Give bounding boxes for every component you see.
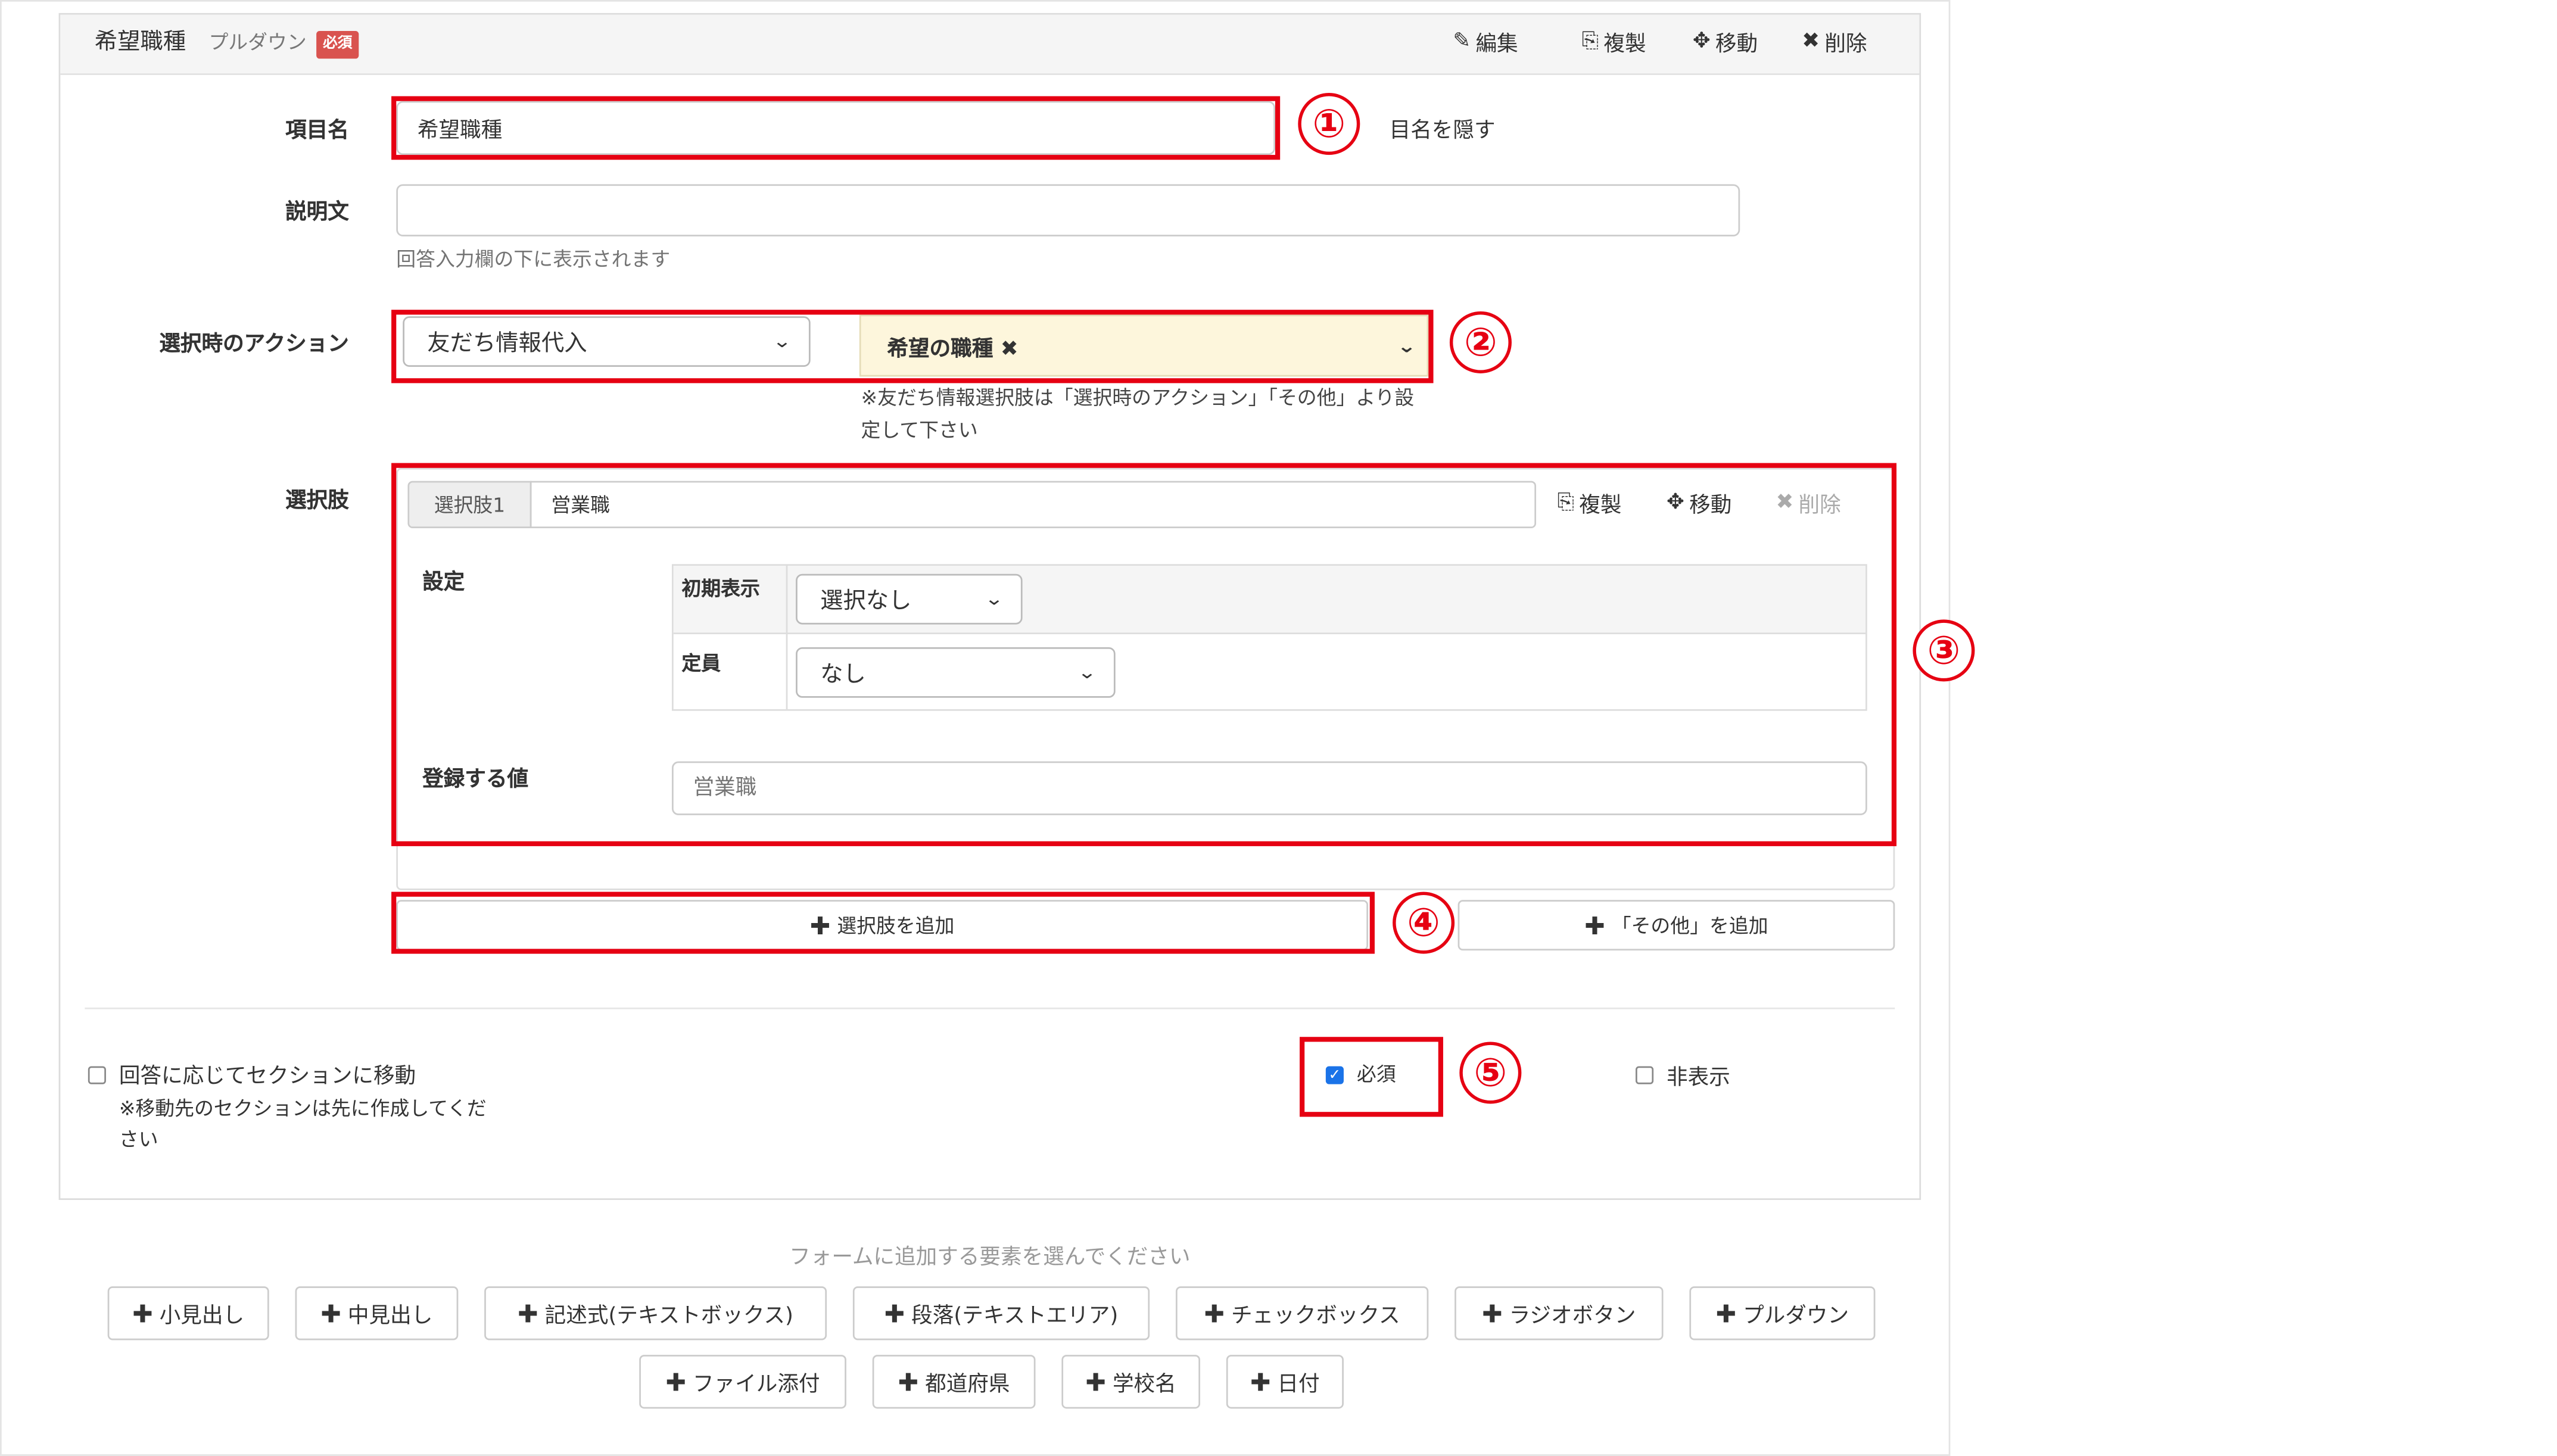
hidden-label: 非表示 — [1667, 1066, 1730, 1091]
action-note-line2: 定して下さい — [861, 419, 978, 442]
add-pulldown-button[interactable]: ✚ プルダウン — [1689, 1286, 1876, 1340]
plus-icon: ✚ — [898, 1367, 919, 1396]
add-element-label: 段落(テキストエリア) — [911, 1304, 1119, 1329]
add-other-button[interactable]: ✚ 「その他」を追加 — [1457, 900, 1895, 951]
section-move-label: 回答に応じてセクションに移動 — [119, 1064, 416, 1089]
plus-icon: ✚ — [1584, 911, 1605, 940]
plus-icon: ✚ — [1085, 1367, 1106, 1396]
edit-label: 編集 — [1475, 32, 1518, 57]
add-textbox-button[interactable]: ✚ 記述式(テキストボックス) — [484, 1286, 827, 1340]
delete-button[interactable]: ✖ 削除 — [1802, 26, 1867, 57]
add-file-button[interactable]: ✚ ファイル添付 — [639, 1355, 846, 1409]
hide-item-name-label: 目名を隠す — [1389, 119, 1496, 144]
add-element-label: チェックボックス — [1231, 1304, 1400, 1329]
copy-label: 複製 — [1603, 32, 1646, 57]
add-other-label: 「その他」を追加 — [1611, 914, 1768, 938]
section-move-note-line2: さい — [119, 1128, 158, 1151]
add-medium-heading-button[interactable]: ✚ 中見出し — [295, 1286, 459, 1340]
annotation-number-4: ④ — [1393, 891, 1455, 954]
plus-icon: ✚ — [518, 1298, 538, 1328]
add-element-label: ファイル添付 — [692, 1373, 820, 1398]
add-school-button[interactable]: ✚ 学校名 — [1061, 1355, 1201, 1409]
action-note-line1: ※友だち情報選択肢は「選択時のアクション」「その他」より設 — [861, 386, 1415, 410]
plus-icon: ✚ — [132, 1298, 153, 1328]
close-icon: ✖ — [1802, 29, 1820, 54]
add-element-label: 都道府県 — [925, 1373, 1010, 1398]
required-badge: 必須 — [316, 31, 359, 59]
add-element-label: ラジオボタン — [1509, 1304, 1636, 1329]
add-radio-button[interactable]: ✚ ラジオボタン — [1455, 1286, 1664, 1340]
annotation-box-3 — [391, 463, 1897, 846]
add-element-label: プルダウン — [1743, 1304, 1849, 1329]
add-checkbox-button[interactable]: ✚ チェックボックス — [1175, 1286, 1429, 1340]
description-help: 回答入力欄の下に表示されます — [396, 248, 671, 271]
hidden-checkbox[interactable] — [1636, 1066, 1654, 1084]
annotation-box-1 — [391, 96, 1281, 160]
annotation-number-5: ⑤ — [1459, 1042, 1522, 1104]
annotation-number-2: ② — [1449, 311, 1512, 373]
add-element-label: 学校名 — [1112, 1373, 1176, 1398]
move-button[interactable]: ✥ 移動 — [1693, 26, 1758, 57]
delete-label: 削除 — [1824, 32, 1867, 57]
plus-icon: ✚ — [1204, 1298, 1225, 1328]
add-prefecture-button[interactable]: ✚ 都道府県 — [872, 1355, 1036, 1409]
add-small-heading-button[interactable]: ✚ 小見出し — [107, 1286, 269, 1340]
add-element-label: 記述式(テキストボックス) — [544, 1304, 793, 1329]
add-element-label: 日付 — [1277, 1373, 1320, 1398]
move-label: 移動 — [1715, 32, 1758, 57]
element-type: プルダウン — [208, 31, 307, 54]
pencil-icon: ✎ — [1453, 29, 1471, 54]
action-label: 選択時のアクション — [159, 332, 349, 357]
annotation-box-4 — [391, 891, 1375, 954]
section-move-note-line1: ※移動先のセクションは先に作成してくだ — [119, 1097, 487, 1120]
plus-icon: ✚ — [884, 1298, 905, 1328]
divider — [85, 1007, 1895, 1009]
add-date-button[interactable]: ✚ 日付 — [1226, 1355, 1344, 1409]
section-move-checkbox[interactable] — [88, 1066, 106, 1084]
plus-icon: ✚ — [320, 1298, 341, 1328]
description-label: 説明文 — [285, 200, 349, 225]
description-input[interactable] — [396, 184, 1740, 236]
move-icon: ✥ — [1692, 29, 1711, 54]
item-name-label: 項目名 — [285, 119, 349, 144]
add-element-label: 小見出し — [159, 1304, 245, 1329]
annotation-number-1: ① — [1298, 93, 1360, 155]
plus-icon: ✚ — [1715, 1298, 1737, 1328]
add-textarea-button[interactable]: ✚ 段落(テキストエリア) — [852, 1286, 1150, 1340]
add-elements-prompt: フォームに追加する要素を選んでください — [789, 1245, 1191, 1270]
element-title: 希望職種 — [94, 29, 186, 56]
plus-icon: ✚ — [1250, 1367, 1271, 1396]
choices-label: 選択肢 — [285, 489, 349, 514]
annotation-box-2 — [391, 310, 1434, 384]
annotation-box-5 — [1300, 1037, 1443, 1117]
plus-icon: ✚ — [665, 1367, 687, 1396]
copy-icon: ⎘ — [1581, 29, 1599, 54]
plus-icon: ✚ — [1482, 1298, 1503, 1328]
copy-button[interactable]: ⎘ 複製 — [1582, 26, 1646, 57]
edit-button[interactable]: ✎ 編集 — [1453, 26, 1518, 57]
annotation-number-3: ③ — [1913, 619, 1975, 682]
add-element-label: 中見出し — [347, 1304, 433, 1329]
